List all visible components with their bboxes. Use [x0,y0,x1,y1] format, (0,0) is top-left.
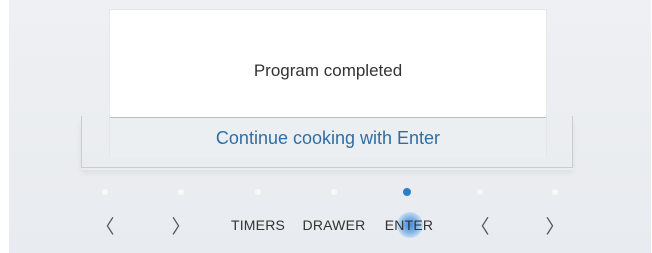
chevron-right-icon: 〉 [545,215,565,238]
next-button[interactable]: 〉 [171,212,191,238]
hint-text: Continue cooking with Enter [215,127,441,148]
indicator-dot-left-1 [102,189,108,195]
display-screen: Program completed Continue cooking with … [110,10,546,158]
chevron-left-icon: 〈 [95,215,115,238]
previous-button-2[interactable]: 〈 [470,212,490,238]
status-message: Program completed [253,61,403,80]
drawer-button[interactable]: DRAWER [303,212,366,238]
chevron-left-icon: 〈 [470,215,490,238]
chevron-right-icon: 〉 [171,215,191,238]
indicator-dot-left-2 [477,189,483,195]
indicator-dot-right-1 [178,189,184,195]
indicator-dot-timers [255,189,261,195]
control-panel: Program completed Continue cooking with … [9,0,651,253]
timers-button[interactable]: TIMERS [231,212,285,238]
hint-bar: Continue cooking with Enter [110,117,546,158]
previous-button[interactable]: 〈 [95,212,115,238]
indicator-dot-drawer [331,189,337,195]
indicator-dot-right-2 [552,189,558,195]
next-button-2[interactable]: 〉 [545,212,565,238]
enter-button[interactable]: ENTER [385,212,433,238]
indicator-dot-enter [403,188,411,196]
